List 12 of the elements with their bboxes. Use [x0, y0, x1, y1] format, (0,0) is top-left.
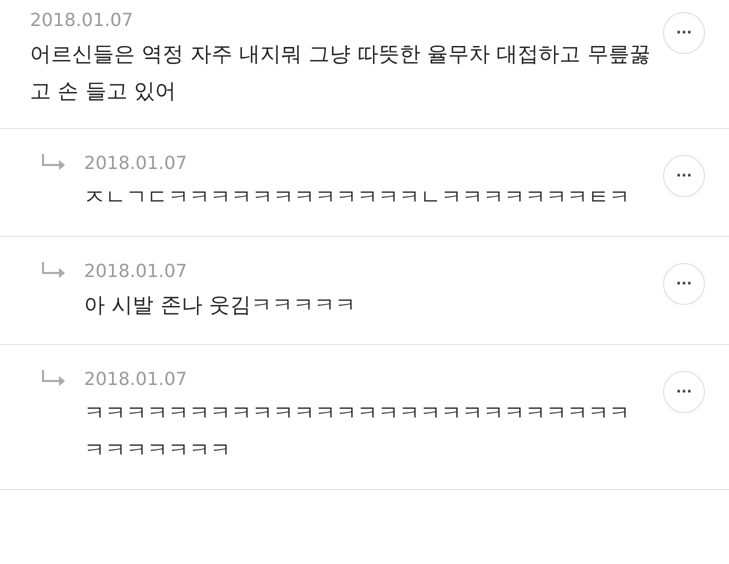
comment-text: ㅋㅋㅋㅋㅋㅋㅋㅋㅋㅋㅋㅋㅋㅋㅋㅋㅋㅋㅋㅋㅋㅋㅋㅋㅋㅋㅋㅋㅋㅋㅋㅋㅋ: [84, 400, 631, 464]
more-button[interactable]: ···: [663, 371, 705, 413]
more-button[interactable]: ···: [663, 155, 705, 197]
comment-text: ㅈㄴㄱㄷㅋㅋㅋㅋㅋㅋㅋㅋㅋㅋㅋㅋㄴㅋㅋㅋㅋㅋㅋㅋㅌㅋ: [84, 184, 631, 211]
more-button[interactable]: ···: [663, 12, 705, 54]
comment-text: 어르신들은 역정 자주 내지뭐 그냥 따뜻한 율무차 대접하고 무릎꿇고 손 들고 있어: [30, 41, 652, 105]
comment-date: 2018.01.07: [30, 10, 134, 32]
comment-date: 2018.01.07: [84, 153, 188, 175]
comment-date: 2018.01.07: [84, 261, 188, 283]
more-button[interactable]: ···: [663, 263, 705, 305]
comment-text: 아 시발 존나 웃김ㅋㅋㅋㅋㅋ: [84, 292, 358, 319]
comment-date: 2018.01.07: [84, 369, 188, 391]
